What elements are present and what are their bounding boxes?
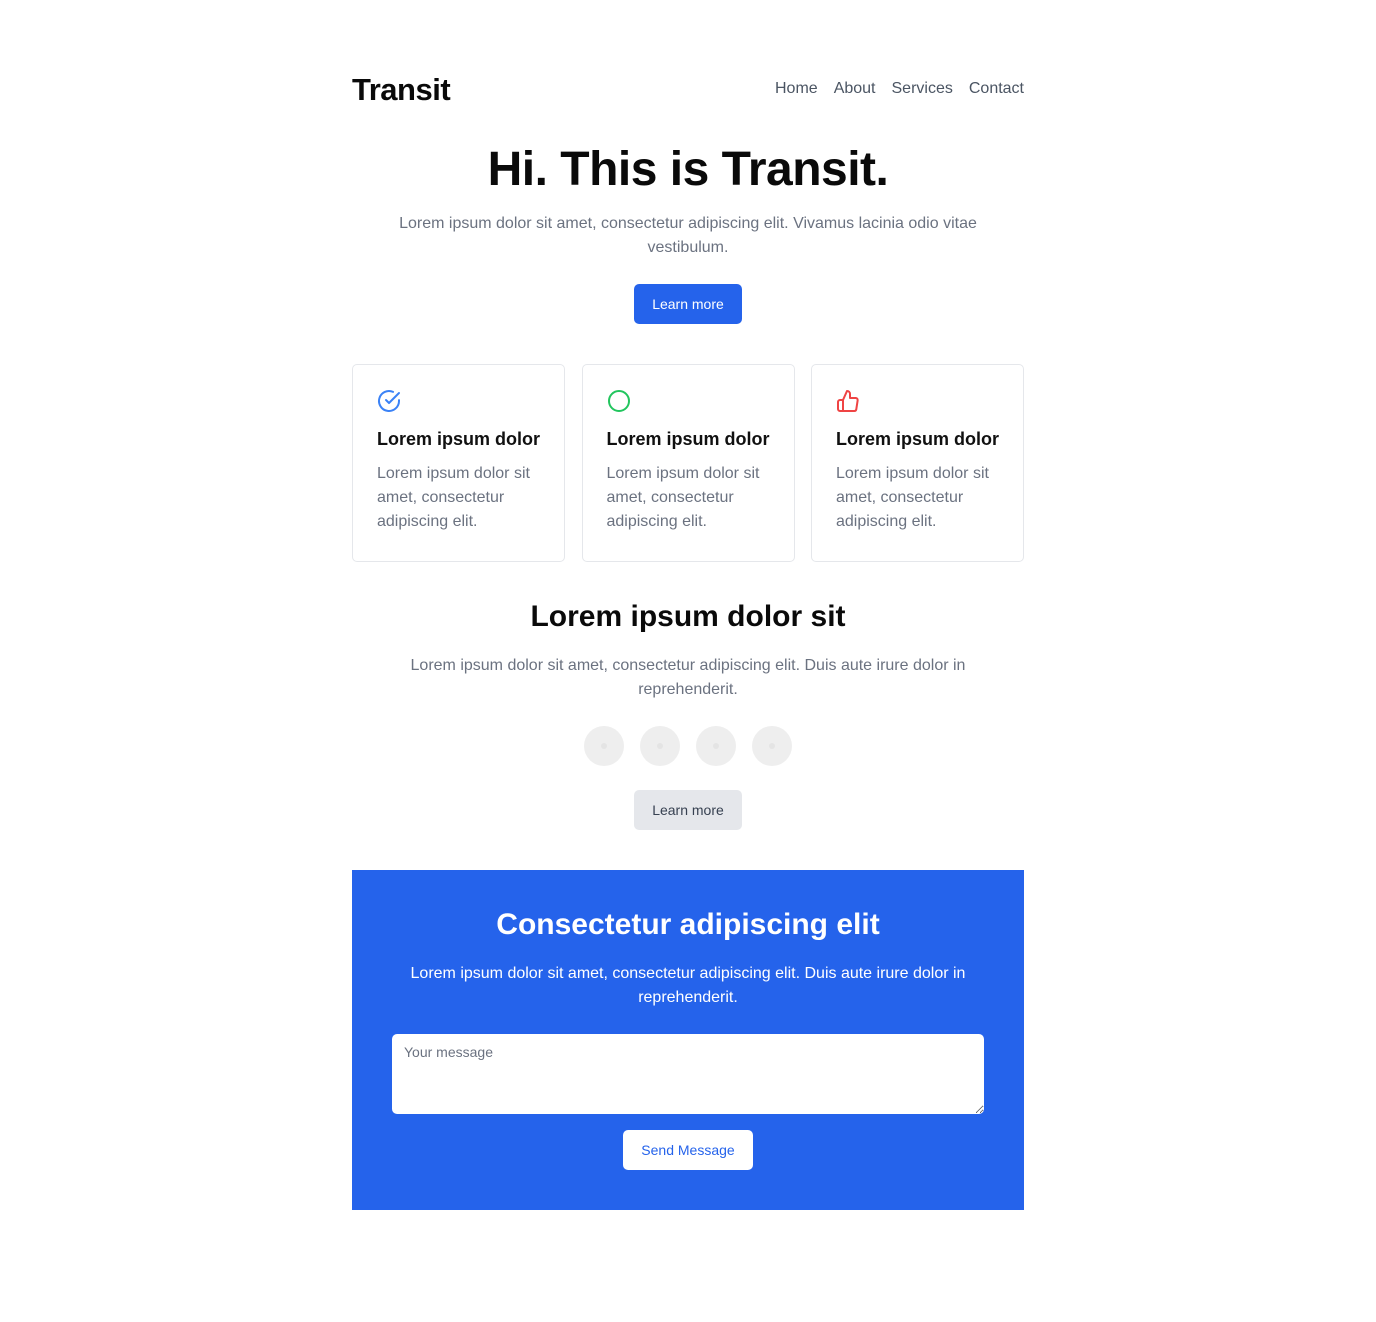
feature-card-text: Lorem ipsum dolor sit amet, consectetur … <box>836 465 989 530</box>
feature-card-title: Lorem ipsum dolor <box>377 429 541 449</box>
feature-card: Lorem ipsum dolor Lorem ipsum dolor sit … <box>811 364 1024 562</box>
feature-cards: Lorem ipsum dolor Lorem ipsum dolor sit … <box>352 364 1024 562</box>
avatar-placeholder-icon <box>601 743 607 749</box>
check-circle-icon <box>378 390 400 412</box>
circle-icon <box>607 390 630 412</box>
avatar-placeholder-icon <box>657 743 663 749</box>
section-subtitle: Lorem ipsum dolor sit amet, consectetur … <box>410 657 966 698</box>
section-title: Lorem ipsum dolor sit <box>530 600 846 633</box>
feature-card-text: Lorem ipsum dolor sit amet, consectetur … <box>606 465 760 530</box>
feature-card: Lorem ipsum dolor Lorem ipsum dolor sit … <box>352 364 565 562</box>
avatar-placeholder-icon <box>769 743 775 749</box>
feature-card: Lorem ipsum dolor Lorem ipsum dolor sit … <box>581 364 795 562</box>
message-textarea[interactable] <box>392 1034 984 1114</box>
nav-link-contact[interactable]: Contact <box>969 80 1024 98</box>
avatar <box>752 726 792 766</box>
site-logo[interactable]: Transit <box>352 72 451 108</box>
hero-title: Hi. This is Transit. <box>487 143 889 196</box>
avatar-placeholder-icon <box>713 743 719 749</box>
send-message-button[interactable]: Send Message <box>623 1130 753 1170</box>
main-nav: Home About Services Contact <box>775 80 1024 98</box>
hero-learn-more-button[interactable]: Learn more <box>634 284 742 324</box>
contact-cta-section: Consectetur adipiscing elit Lorem ipsum … <box>352 870 1024 1210</box>
nav-link-about[interactable]: About <box>834 80 876 98</box>
feature-card-text: Lorem ipsum dolor sit amet, consectetur … <box>377 465 530 530</box>
nav-link-home[interactable]: Home <box>775 80 818 98</box>
thumbs-up-icon <box>837 390 859 412</box>
nav-link-services[interactable]: Services <box>892 80 953 98</box>
avatar-group <box>584 726 792 766</box>
cta-title: Consectetur adipiscing elit <box>496 908 880 941</box>
avatar <box>696 726 736 766</box>
avatar <box>640 726 680 766</box>
feature-card-title: Lorem ipsum dolor <box>606 429 770 449</box>
hero-subtitle: Lorem ipsum dolor sit amet, consectetur … <box>399 215 977 256</box>
feature-card-title: Lorem ipsum dolor <box>836 429 1000 449</box>
cta-subtitle: Lorem ipsum dolor sit amet, consectetur … <box>410 965 966 1006</box>
page-container: Transit Home About Services Contact Hi. … <box>352 0 1024 1210</box>
section-learn-more-button[interactable]: Learn more <box>634 790 742 830</box>
avatar <box>584 726 624 766</box>
